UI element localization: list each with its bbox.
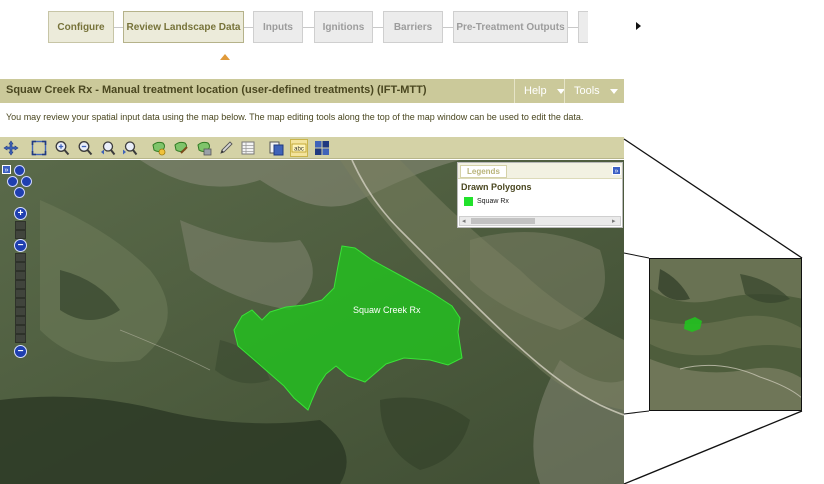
- zoom-level[interactable]: [15, 316, 26, 325]
- scroll-right-icon[interactable]: ▸: [612, 218, 616, 225]
- map-toolbar: abc: [0, 137, 624, 159]
- step-separator: [114, 27, 123, 28]
- right-arrow-icon[interactable]: [636, 22, 641, 30]
- scroll-thumb[interactable]: [471, 218, 535, 224]
- zoom-next-icon[interactable]: [122, 140, 138, 156]
- zoom-level[interactable]: [15, 221, 26, 230]
- page-title: Squaw Creek Rx - Manual treatment locati…: [6, 84, 427, 96]
- delete-polygon-icon[interactable]: [196, 140, 212, 156]
- svg-text:abc: abc: [294, 147, 304, 153]
- page-header: Squaw Creek Rx - Manual treatment locati…: [0, 79, 624, 103]
- pan-icon[interactable]: [3, 140, 19, 156]
- edit-polygon-icon[interactable]: [173, 140, 189, 156]
- step-next-partial[interactable]: [578, 11, 588, 43]
- scroll-left-icon[interactable]: ◂: [462, 218, 466, 225]
- zoom-level[interactable]: [15, 289, 26, 298]
- polygon-label: Squaw Creek Rx: [353, 305, 421, 315]
- step-barriers[interactable]: Barriers: [383, 11, 443, 43]
- step-separator: [568, 27, 578, 28]
- pan-down-icon[interactable]: [14, 187, 25, 198]
- zoom-level[interactable]: [15, 253, 26, 262]
- label-icon[interactable]: abc: [290, 139, 308, 157]
- zoom-level[interactable]: [15, 325, 26, 334]
- step-ignitions[interactable]: Ignitions: [314, 11, 373, 43]
- zoom-level[interactable]: [15, 307, 26, 316]
- legend-swatch: [464, 197, 473, 206]
- help-menu-button[interactable]: Help: [514, 79, 565, 103]
- zoom-level[interactable]: [15, 230, 26, 239]
- legend-heading: Drawn Polygons: [461, 182, 532, 192]
- zoom-out-icon[interactable]: [77, 140, 93, 156]
- legend-tab[interactable]: Legends: [460, 165, 507, 178]
- step-separator: [303, 27, 314, 28]
- zoom-level[interactable]: [15, 334, 26, 343]
- legend-item-label: Squaw Rx: [477, 198, 509, 205]
- step-separator: [244, 27, 253, 28]
- step-separator: [373, 27, 383, 28]
- map-grid-icon[interactable]: [314, 140, 330, 156]
- page-description: You may review your spatial input data u…: [6, 112, 584, 122]
- pan-left-icon[interactable]: [7, 176, 18, 187]
- zoom-level[interactable]: [15, 271, 26, 280]
- current-step-caret-icon: [220, 54, 230, 60]
- zoom-level[interactable]: [15, 262, 26, 271]
- zoom-out-button[interactable]: −: [14, 345, 27, 358]
- map-view[interactable]: » + − − Squaw Creek Rx Legends » Drawn P…: [0, 160, 624, 484]
- zoom-in-icon[interactable]: [54, 140, 70, 156]
- legend-collapse-button[interactable]: »: [612, 166, 621, 175]
- app-root: Configure Review Landscape Data Inputs I…: [0, 0, 824, 484]
- zoom-level[interactable]: [15, 280, 26, 289]
- draw-polygon-icon[interactable]: [151, 140, 167, 156]
- overview-map-image: [650, 259, 801, 410]
- pan-right-icon[interactable]: [21, 176, 32, 187]
- zoom-extent-icon[interactable]: [31, 140, 47, 156]
- pan-zoom-control: + − −: [7, 165, 33, 359]
- step-review-landscape-data[interactable]: Review Landscape Data: [123, 11, 244, 43]
- legend-panel: Legends » Drawn Polygons Squaw Rx ◂ ▸: [457, 162, 623, 228]
- overview-map-inset: [649, 258, 802, 411]
- step-configure[interactable]: Configure: [48, 11, 114, 43]
- legend-scrollbar[interactable]: ◂ ▸: [459, 216, 621, 226]
- step-pre-treatment-outputs[interactable]: Pre-Treatment Outputs: [453, 11, 568, 43]
- layers-icon[interactable]: [268, 140, 284, 156]
- attribute-table-icon[interactable]: [240, 140, 256, 156]
- zoom-slider-handle[interactable]: −: [14, 239, 27, 252]
- zoom-in-button[interactable]: +: [14, 207, 27, 220]
- edit-pencil-icon[interactable]: [218, 140, 234, 156]
- step-separator: [443, 27, 453, 28]
- zoom-level[interactable]: [15, 298, 26, 307]
- zoom-previous-icon[interactable]: [100, 140, 116, 156]
- pan-up-icon[interactable]: [14, 165, 25, 176]
- step-inputs[interactable]: Inputs: [253, 11, 303, 43]
- tools-menu-button[interactable]: Tools: [564, 79, 624, 103]
- chevron-down-icon: [609, 88, 618, 94]
